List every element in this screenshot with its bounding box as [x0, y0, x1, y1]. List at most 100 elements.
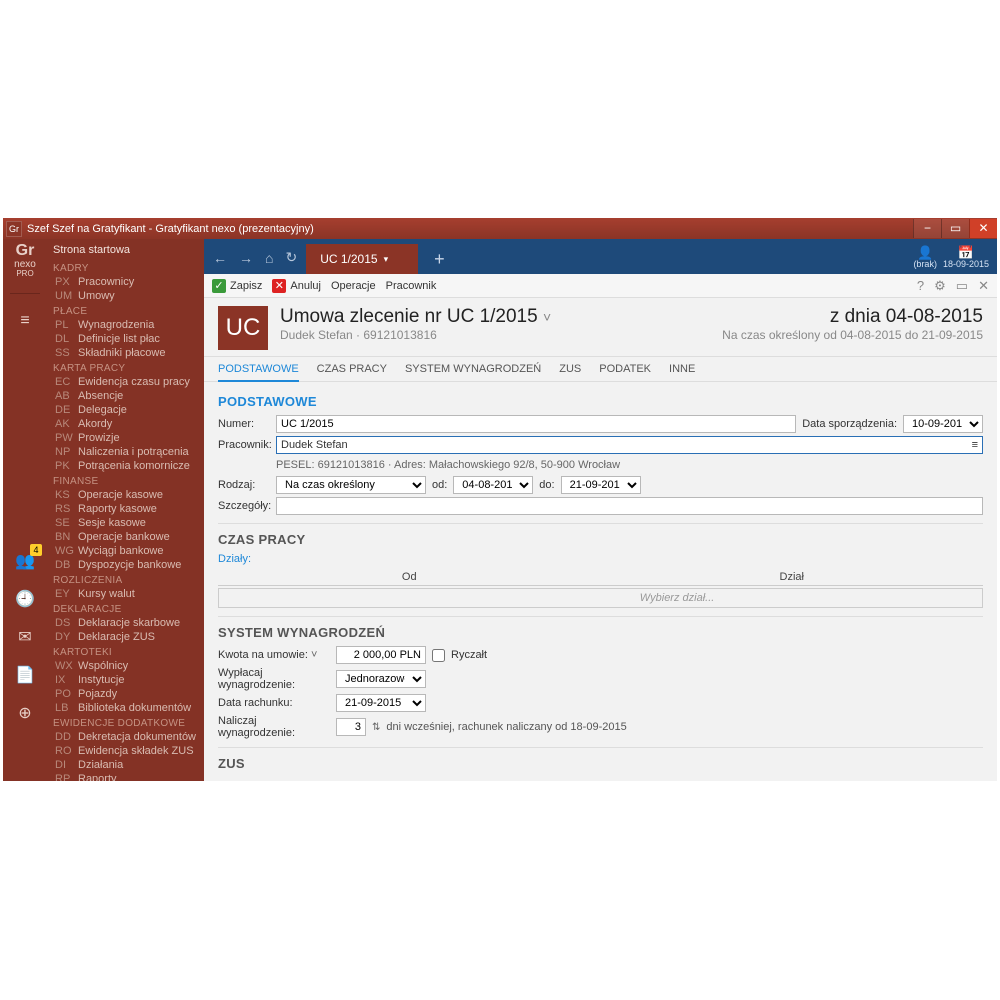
- close-panel-icon[interactable]: ✕: [978, 278, 989, 294]
- label-ryczalt: Ryczałt: [451, 649, 487, 661]
- sidebar-item[interactable]: DYDeklaracje ZUS: [47, 630, 204, 644]
- pesel-address-line: PESEL: 69121013816 · Adres: Małachowskie…: [218, 457, 983, 473]
- sidebar-group-header: PŁACE: [47, 304, 204, 318]
- section-zus: ZUS: [218, 756, 983, 771]
- sidebar-item[interactable]: ROEwidencja składek ZUS: [47, 744, 204, 758]
- nav-fwd-icon[interactable]: →: [236, 250, 256, 274]
- rail-add-icon[interactable]: ⊕: [12, 700, 38, 726]
- rail-mail-icon[interactable]: ✉: [12, 624, 38, 650]
- date-from-select[interactable]: 04-08-2015: [453, 476, 533, 494]
- sidebar-item[interactable]: WXWspólnicy: [47, 659, 204, 673]
- list-icon[interactable]: ≡: [972, 439, 978, 451]
- doc-tab[interactable]: SYSTEM WYNAGRODZEŃ: [405, 363, 541, 381]
- sidebar-item[interactable]: SSSkładniki płacowe: [47, 346, 204, 360]
- doc-tab[interactable]: INNE: [669, 363, 695, 381]
- label-worker: Pracownik:: [218, 439, 270, 451]
- window-close-button[interactable]: ✕: [969, 219, 997, 238]
- rail-cert-icon[interactable]: 📄: [12, 662, 38, 688]
- doc-tab[interactable]: CZAS PRACY: [317, 363, 387, 381]
- spinner-icon[interactable]: ⇅: [372, 722, 380, 733]
- worker-input[interactable]: Dudek Stefan ≡: [276, 436, 983, 454]
- sidebar-item[interactable]: DSDeklaracje skarbowe: [47, 616, 204, 630]
- number-input[interactable]: [276, 415, 796, 433]
- label-do: do:: [539, 479, 554, 491]
- tab-add-button[interactable]: +: [424, 244, 455, 274]
- sidebar-item[interactable]: ECEwidencja czasu pracy: [47, 375, 204, 389]
- nav-refresh-icon[interactable]: ↻: [282, 249, 300, 274]
- label-kwota: Kwota na umowie: ˅: [218, 649, 330, 661]
- link-dzialy[interactable]: Działy:: [218, 553, 251, 565]
- ryczalt-checkbox[interactable]: [432, 649, 445, 662]
- sidebar-item[interactable]: SESesje kasowe: [47, 516, 204, 530]
- sidebar-item[interactable]: AKAkordy: [47, 417, 204, 431]
- window-titlebar: Gr Szef Szef na Gratyfikant - Gratyfikan…: [3, 218, 997, 239]
- operations-menu[interactable]: Operacje: [331, 280, 376, 292]
- sidebar-home[interactable]: Strona startowa: [47, 242, 204, 260]
- rail-clock-icon[interactable]: 🕘: [12, 586, 38, 612]
- days-before-input[interactable]: [336, 718, 366, 736]
- nav-back-icon[interactable]: ←: [210, 250, 230, 274]
- sidebar-item[interactable]: PLWynagrodzenia: [47, 318, 204, 332]
- main-area: ← → ⌂ ↻ UC 1/2015 ▾ + 👤(brak) 📅18-09-201…: [204, 239, 997, 781]
- status-date[interactable]: 📅18-09-2015: [943, 246, 989, 270]
- sidebar-item[interactable]: RPRaporty: [47, 772, 204, 781]
- doc-tab[interactable]: ZUS: [559, 363, 581, 381]
- left-rail: Gr nexo PRO ≡ 👥 🕘 ✉ 📄 ⊕: [3, 239, 47, 781]
- sidebar-item[interactable]: NPNaliczenia i potrącenia: [47, 445, 204, 459]
- sidebar-item[interactable]: EYKursy walut: [47, 587, 204, 601]
- type-select[interactable]: Na czas określony: [276, 476, 426, 494]
- date-to-select[interactable]: 21-09-2015: [561, 476, 641, 494]
- sidebar-item[interactable]: DEDelegacje: [47, 403, 204, 417]
- sidebar-item[interactable]: POPojazdy: [47, 687, 204, 701]
- rail-menu-icon[interactable]: ≡: [12, 308, 38, 334]
- nav-home-icon[interactable]: ⌂: [262, 250, 276, 274]
- user-icon: 👤: [913, 246, 937, 260]
- amount-input[interactable]: [336, 646, 426, 664]
- sidebar-item[interactable]: RSRaporty kasowe: [47, 502, 204, 516]
- form-body: PODSTAWOWE Numer: Data sporządzenia: 10-…: [204, 382, 997, 781]
- tab-active[interactable]: UC 1/2015 ▾: [306, 244, 418, 274]
- sidebar-item[interactable]: UMUmowy: [47, 289, 204, 303]
- doc-tab[interactable]: PODSTAWOWE: [218, 363, 299, 382]
- tab-dropdown-icon[interactable]: ▾: [384, 254, 389, 265]
- sidebar-item[interactable]: DDDekretacja dokumentów: [47, 730, 204, 744]
- doc-tab[interactable]: PODATEK: [599, 363, 651, 381]
- chevron-down-icon[interactable]: ˅: [543, 309, 551, 325]
- pay-frequency-select[interactable]: Jednorazowo: [336, 670, 426, 688]
- status-user[interactable]: 👤(brak): [913, 246, 937, 270]
- col-dzial: Dział: [601, 569, 984, 585]
- sidebar-item[interactable]: IXInstytucje: [47, 673, 204, 687]
- help-icon[interactable]: ?: [917, 278, 924, 294]
- sidebar-item[interactable]: KSOperacje kasowe: [47, 488, 204, 502]
- document-panel: ✓Zapisz ✕Anuluj Operacje Pracownik ? ⚙ ▭…: [204, 274, 997, 781]
- details-input[interactable]: [276, 497, 983, 515]
- dept-placeholder-row[interactable]: Wybierz dział...: [218, 588, 983, 608]
- sidebar-item[interactable]: PXPracownicy: [47, 275, 204, 289]
- gear-icon[interactable]: ⚙: [934, 278, 946, 294]
- sidebar-item[interactable]: ABAbsencje: [47, 389, 204, 403]
- sidebar-item[interactable]: DLDefinicje list płac: [47, 332, 204, 346]
- rail-people-icon[interactable]: 👥: [12, 548, 38, 574]
- maximize-panel-icon[interactable]: ▭: [956, 278, 968, 294]
- creation-date-select[interactable]: 10-09-2015: [903, 415, 983, 433]
- sidebar: Strona startowa KADRYPXPracownicyUMUmowy…: [47, 239, 204, 781]
- label-rodzaj: Rodzaj:: [218, 479, 270, 491]
- sidebar-item[interactable]: DBDyspozycje bankowe: [47, 558, 204, 572]
- sidebar-item[interactable]: LBBiblioteka dokumentów: [47, 701, 204, 715]
- window-minimize-button[interactable]: −: [913, 219, 941, 238]
- sidebar-item[interactable]: PWProwizje: [47, 431, 204, 445]
- invoice-date-select[interactable]: 21-09-2015: [336, 694, 426, 712]
- naliczaj-note: dni wcześniej, rachunek naliczany od 18-…: [386, 721, 626, 733]
- doc-tabs: PODSTAWOWE CZAS PRACY SYSTEM WYNAGRODZEŃ ZU…: [204, 357, 997, 382]
- col-od: Od: [218, 569, 601, 585]
- label-od: od:: [432, 479, 447, 491]
- sidebar-item[interactable]: DIDziałania: [47, 758, 204, 772]
- worker-menu[interactable]: Pracownik: [386, 280, 437, 292]
- sidebar-item[interactable]: BNOperacje bankowe: [47, 530, 204, 544]
- app-icon: Gr: [6, 221, 22, 237]
- sidebar-item[interactable]: WGWyciągi bankowe: [47, 544, 204, 558]
- cancel-button[interactable]: ✕Anuluj: [272, 279, 321, 293]
- save-button[interactable]: ✓Zapisz: [212, 279, 262, 293]
- sidebar-item[interactable]: PKPotrącenia komornicze: [47, 459, 204, 473]
- window-maximize-button[interactable]: ▭: [941, 219, 969, 238]
